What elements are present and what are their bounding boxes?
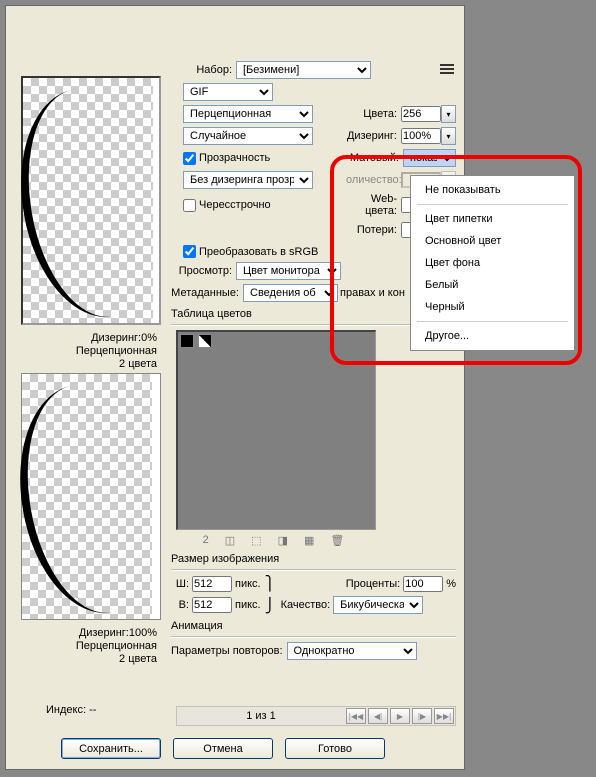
menu-item-foreground[interactable]: Основной цвет (411, 230, 574, 252)
colors-step[interactable]: ▾ (441, 105, 456, 123)
preset-label: Набор: (171, 64, 236, 76)
index-text: Индекс: -- (46, 704, 96, 716)
loop-select[interactable]: Однократно (287, 642, 417, 660)
colortable-tools: 2 ◫ ⬚ ◨ ▦ 🗑 (171, 534, 371, 547)
matte-dropdown-menu: Не показывать Цвет пипетки Основной цвет… (410, 175, 575, 351)
cancel-button[interactable]: Отмена (173, 738, 273, 759)
palette-select[interactable]: Перцепционная (183, 105, 313, 123)
colors-input[interactable] (401, 106, 441, 122)
percent-label: Проценты: (346, 578, 401, 590)
link-icon2[interactable]: ⎭ (265, 597, 277, 614)
loss-label: Потери: (346, 224, 401, 236)
dithering-input[interactable] (401, 128, 441, 144)
frame-pager: 1 из 1 |◀◀ ◀| ▶ |▶ ▶▶| (176, 706, 456, 726)
quality-select[interactable]: Бикубическая (333, 596, 423, 614)
menu-item-none[interactable]: Не показывать (411, 179, 574, 201)
height-label: В: (171, 599, 189, 611)
amount-label: оличество: (346, 174, 401, 186)
width-input[interactable] (192, 576, 232, 592)
menu-item-background[interactable]: Цвет фона (411, 252, 574, 274)
srgb-check[interactable] (183, 245, 196, 258)
color-table[interactable] (176, 330, 376, 530)
preview-label: Просмотр: (171, 265, 236, 277)
matte-label: Матовый: (348, 152, 403, 164)
flyout-menu-icon[interactable] (438, 63, 456, 77)
transparency-check[interactable] (183, 152, 196, 165)
trans-dither-select[interactable]: Без дизеринга прозр... (183, 171, 313, 189)
tool-icon[interactable]: ▦ (304, 534, 314, 547)
height-input[interactable] (192, 597, 232, 613)
settings-panel: Набор: [Безимени] GIF Перцепционная Цвет… (171, 61, 456, 664)
menu-item-eyedropper[interactable]: Цвет пипетки (411, 208, 574, 230)
srgb-label: Преобразовать в sRGB (199, 246, 318, 258)
preview-1-info: Дизеринг:0% Перцепционная 2 цвета (21, 330, 161, 373)
tool-icon[interactable]: ◨ (278, 534, 288, 547)
width-unit: пикс. (235, 578, 261, 590)
percent-input[interactable] (403, 576, 443, 592)
animation-label: Анимация (171, 620, 456, 632)
pager-text: 1 из 1 (177, 710, 345, 722)
menu-item-white[interactable]: Белый (411, 274, 574, 296)
menu-item-black[interactable]: Черный (411, 296, 574, 318)
preset-select[interactable]: [Безимени] (236, 61, 371, 79)
prev-frame-button[interactable]: ◀| (368, 708, 388, 724)
matte-select[interactable]: показыва (403, 149, 456, 167)
preview-2[interactable] (21, 373, 161, 620)
tool-icon[interactable]: ◫ (225, 534, 235, 547)
imagesize-label: Размер изображения (171, 553, 456, 565)
height-unit: пикс. (235, 599, 261, 611)
save-button[interactable]: Сохранить... (61, 738, 161, 759)
dialog-buttons: Сохранить... Отмена Готово (61, 738, 385, 759)
swatch-bw[interactable] (198, 334, 212, 348)
interlaced-label: Чересстрочно (199, 199, 271, 211)
dithering-label: Дизеринг: (346, 130, 401, 142)
preview-1[interactable] (21, 76, 161, 325)
play-button[interactable]: ▶ (390, 708, 410, 724)
metadata-label: Метаданные: (171, 287, 243, 299)
first-frame-button[interactable]: |◀◀ (346, 708, 366, 724)
transparency-label: Прозрачность (199, 152, 270, 164)
preview-2-info: Дизеринг:100% Перцепционная 2 цвета (21, 625, 161, 668)
metadata-select[interactable]: Сведения об авт (243, 284, 338, 302)
quality-label: Качество: (281, 599, 331, 611)
menu-item-other[interactable]: Другое... (411, 325, 574, 347)
link-icon[interactable]: ⎫ (265, 575, 277, 592)
metadata-extra: правах и кон (340, 287, 405, 299)
dithering-step[interactable]: ▾ (441, 127, 456, 145)
loop-label: Параметры повторов: (171, 645, 283, 657)
next-frame-button[interactable]: |▶ (412, 708, 432, 724)
swatch-black[interactable] (180, 334, 194, 348)
dialog-window: Дизеринг:0% Перцепционная 2 цвета Дизери… (5, 5, 465, 770)
format-select[interactable]: GIF (183, 83, 273, 101)
color-count: 2 (203, 534, 209, 547)
webcolors-label: Web-цвета: (346, 193, 401, 217)
preview-select[interactable]: Цвет монитора (236, 262, 341, 280)
colors-label: Цвета: (346, 108, 401, 120)
done-button[interactable]: Готово (285, 738, 385, 759)
trash-icon[interactable]: 🗑 (330, 534, 344, 547)
percent-unit: % (446, 578, 456, 590)
dither-method-select[interactable]: Случайное (183, 127, 313, 145)
tool-icon[interactable]: ⬚ (251, 534, 261, 547)
interlaced-check[interactable] (183, 199, 196, 212)
preview-column: Дизеринг:0% Перцепционная 2 цвета Дизери… (21, 76, 161, 668)
last-frame-button[interactable]: ▶▶| (434, 708, 454, 724)
width-label: Ш: (171, 578, 189, 590)
